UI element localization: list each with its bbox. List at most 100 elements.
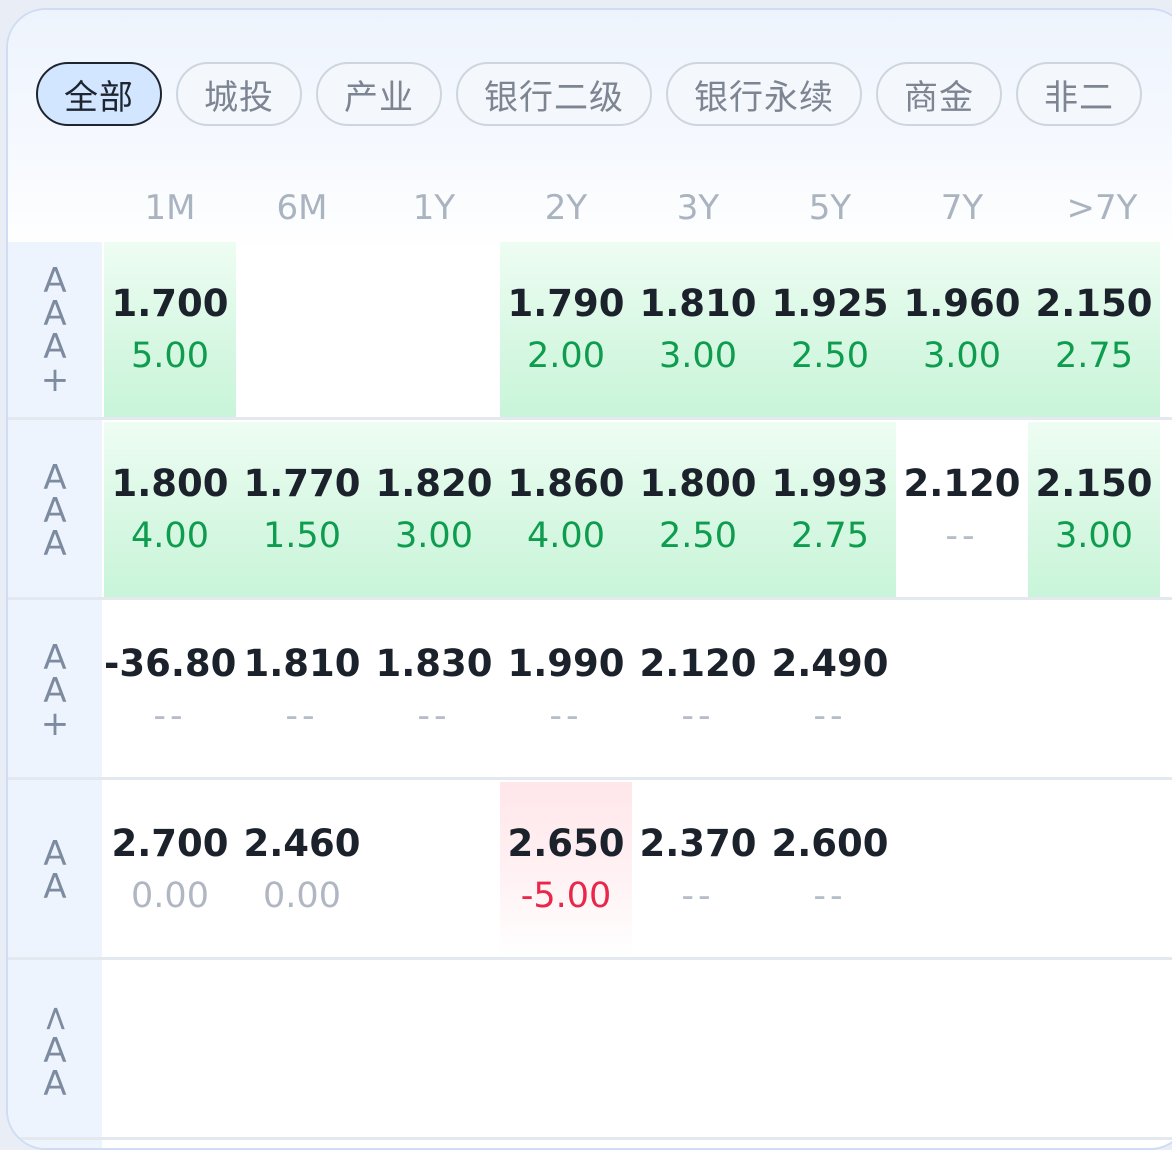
rating-label: AA <box>8 782 102 960</box>
change-value: 0.00 <box>263 876 341 916</box>
yield-cell[interactable]: 1.860 4.00 <box>500 422 632 597</box>
yield-cell[interactable]: 1.800 2.50 <box>632 422 764 597</box>
rating-row[interactable]: A A A 1.800 4.00 1.770 1.50 1.820 3.00 1.860 4.00 1… <box>8 422 1172 600</box>
yield-value: 2.490 <box>771 642 889 685</box>
yield-cell[interactable]: 2.460 0.00 <box>236 782 368 957</box>
yield-value: 1.993 <box>771 462 889 505</box>
yield-cell[interactable]: 1.800 4.00 <box>104 422 236 597</box>
yield-value: 2.370 <box>639 822 757 865</box>
tab-all[interactable]: 全部 <box>36 62 162 126</box>
rating-row[interactable]: A A A +1.700 5.00 1.790 2.00 1.810 3.00 1.925 2.50… <box>8 242 1172 420</box>
yield-value: 1.770 <box>243 462 361 505</box>
yield-cell[interactable]: 1.700 5.00 <box>104 242 236 417</box>
yield-value: 1.830 <box>375 642 493 685</box>
yield-cell[interactable] <box>896 782 1028 957</box>
tenor-header-1: 6M <box>276 188 328 228</box>
yield-cell[interactable] <box>500 962 632 1137</box>
yield-cell[interactable] <box>236 242 368 417</box>
tab-industry[interactable]: 产业 <box>316 62 442 126</box>
rating-row[interactable]: A A 2.700 0.00 2.460 0.00 2.650 -5.00 2.370 -- 2.6… <box>8 782 1172 960</box>
yield-cell[interactable]: 2.150 3.00 <box>1028 422 1160 597</box>
yield-cell[interactable]: 2.120 -- <box>632 602 764 777</box>
change-value: -- <box>813 696 847 736</box>
yield-value: 1.790 <box>507 282 625 325</box>
tab-non-tier2[interactable]: 非二 <box>1016 62 1142 126</box>
yield-cell[interactable] <box>896 962 1028 1137</box>
yield-cell[interactable] <box>368 242 500 417</box>
yield-cell[interactable]: 2.600 -- <box>764 782 896 957</box>
yield-value: 1.810 <box>639 282 757 325</box>
rating-label-char: A <box>43 1063 67 1104</box>
rating-row[interactable]: AA+-36.803--1.810--1.830--1.990--2.120--… <box>8 602 1172 780</box>
yield-matrix-card: 全部 城投 产业 银行二级 银行永续 商金 非二 1M 6M 1Y 2Y 3Y 5Y 7Y >… <box>6 8 1172 1150</box>
yield-cell[interactable] <box>1028 782 1160 957</box>
yield-cell[interactable] <box>368 962 500 1137</box>
yield-value: 1.810 <box>243 642 361 685</box>
tab-commercial-finance[interactable]: 商金 <box>876 62 1002 126</box>
yield-value: 2.650 <box>507 822 625 865</box>
yield-cell[interactable] <box>104 962 236 1137</box>
yield-cell[interactable] <box>896 602 1028 777</box>
yield-cell[interactable]: 2.370 -- <box>632 782 764 957</box>
yield-value: 2.150 <box>1035 282 1153 325</box>
yield-cell[interactable]: 2.150 2.75 <box>1028 242 1160 417</box>
yield-value: 1.960 <box>903 282 1021 325</box>
tenor-header-0: 1M <box>144 188 196 228</box>
tab-bank-tier2[interactable]: 银行二级 <box>456 62 652 126</box>
yield-cell[interactable]: 1.990 -- <box>500 602 632 777</box>
tenor-header-row: 1M 6M 1Y 2Y 3Y 5Y 7Y >7Y <box>104 188 1172 236</box>
yield-cell[interactable]: 2.120 -- <box>896 422 1028 597</box>
change-value: 4.00 <box>131 516 209 556</box>
yield-cell[interactable] <box>236 962 368 1137</box>
yield-cell[interactable]: 1.770 1.50 <box>236 422 368 597</box>
yield-cell[interactable]: 1.790 2.00 <box>500 242 632 417</box>
yield-cell[interactable]: 2.650 -5.00 <box>500 782 632 957</box>
tab-chengtou[interactable]: 城投 <box>176 62 302 126</box>
yield-value: 1.820 <box>375 462 493 505</box>
change-value: 2.75 <box>1055 336 1133 376</box>
yield-cell[interactable]: -36.803 -- <box>104 602 236 777</box>
yield-value: 1.860 <box>507 462 625 505</box>
change-value: -5.00 <box>520 876 612 916</box>
rating-label-char: + <box>40 360 70 400</box>
yield-value: 2.700 <box>111 822 229 865</box>
yield-value: 1.800 <box>639 462 757 505</box>
yield-value: -36.803 <box>104 642 236 685</box>
yield-cell[interactable] <box>1028 962 1160 1137</box>
tenor-header-6: 7Y <box>940 188 984 228</box>
yield-value: 1.990 <box>507 642 625 685</box>
tenor-header-2: 1Y <box>412 188 456 228</box>
rating-label-char: A <box>43 867 67 907</box>
yield-value: 2.600 <box>771 822 889 865</box>
yield-cell[interactable]: 1.810 3.00 <box>632 242 764 417</box>
yield-cell[interactable]: 1.993 2.75 <box>764 422 896 597</box>
tenor-header-3: 2Y <box>544 188 588 228</box>
rating-label-char: A <box>43 637 67 678</box>
change-value: -- <box>153 696 187 736</box>
change-value: -- <box>813 876 847 916</box>
rating-row[interactable]: < A A <box>8 962 1172 1140</box>
yield-cell[interactable]: 2.700 0.00 <box>104 782 236 957</box>
yield-value: 2.150 <box>1035 462 1153 505</box>
change-value: 2.00 <box>527 336 605 376</box>
change-value: -- <box>681 876 715 916</box>
yield-cell[interactable]: 1.810 -- <box>236 602 368 777</box>
tenor-header-7: >7Y <box>1066 188 1138 228</box>
yield-cell[interactable]: 2.490 -- <box>764 602 896 777</box>
yield-cell[interactable] <box>1028 602 1160 777</box>
yield-cell[interactable]: 1.820 3.00 <box>368 422 500 597</box>
change-value: -- <box>681 696 715 736</box>
yield-cell[interactable]: 1.830 -- <box>368 602 500 777</box>
change-value: 1.50 <box>263 516 341 556</box>
yield-cell[interactable]: 1.960 3.00 <box>896 242 1028 417</box>
yield-cell[interactable] <box>764 962 896 1137</box>
rating-label-char: < <box>35 1003 76 1033</box>
change-value: -- <box>945 516 979 556</box>
yield-cell[interactable] <box>368 782 500 957</box>
yield-value: 2.120 <box>639 642 757 685</box>
change-value: 0.00 <box>131 876 209 916</box>
yield-cell[interactable]: 1.925 2.50 <box>764 242 896 417</box>
yield-cell[interactable] <box>632 962 764 1137</box>
change-value: 3.00 <box>395 516 473 556</box>
tab-bank-perpetual[interactable]: 银行永续 <box>666 62 862 126</box>
